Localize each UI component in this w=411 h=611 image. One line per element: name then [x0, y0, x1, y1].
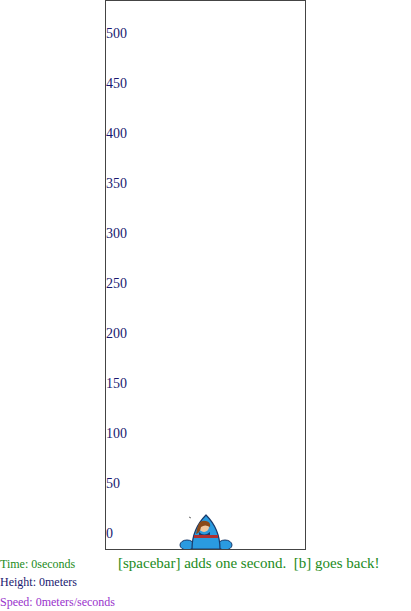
tick-label: 100: [106, 425, 127, 443]
tick-label: 50: [106, 475, 120, 493]
tick-label: 0: [106, 525, 113, 543]
tick-label: 350: [106, 175, 127, 193]
axis-tick: 100: [106, 425, 305, 475]
axis-tick: 200: [106, 325, 305, 375]
speed-readout: Speed: 0meters/seconds: [0, 592, 411, 611]
time-readout: Time: 0seconds: [0, 555, 118, 573]
axis-tick: 250: [106, 275, 305, 325]
rocket: [175, 507, 237, 549]
tick-label: 150: [106, 375, 127, 393]
axis-tick: 300: [106, 225, 305, 275]
height-readout: Height: 0meters: [0, 572, 411, 592]
instructions: [spacebar] adds one second. [b] goes bac…: [118, 552, 380, 575]
tick-label: 300: [106, 225, 127, 243]
axis-tick: 350: [106, 175, 305, 225]
axis-ticks: 500450400350300250200150100500: [106, 1, 305, 575]
status-row: Time: 0seconds[spacebar] adds one second…: [0, 550, 411, 572]
tick-label: 200: [106, 325, 127, 343]
rocket-icon: [175, 507, 237, 549]
height-chart: 500450400350300250200150100500: [105, 0, 306, 550]
tick-label: 400: [106, 125, 127, 143]
axis-tick: 400: [106, 125, 305, 175]
tick-label: 450: [106, 75, 127, 93]
axis-tick: 150: [106, 375, 305, 425]
tick-label: 250: [106, 275, 127, 293]
tick-label: 500: [106, 25, 127, 43]
axis-tick: 450: [106, 75, 305, 125]
axis-tick: 500: [106, 25, 305, 75]
